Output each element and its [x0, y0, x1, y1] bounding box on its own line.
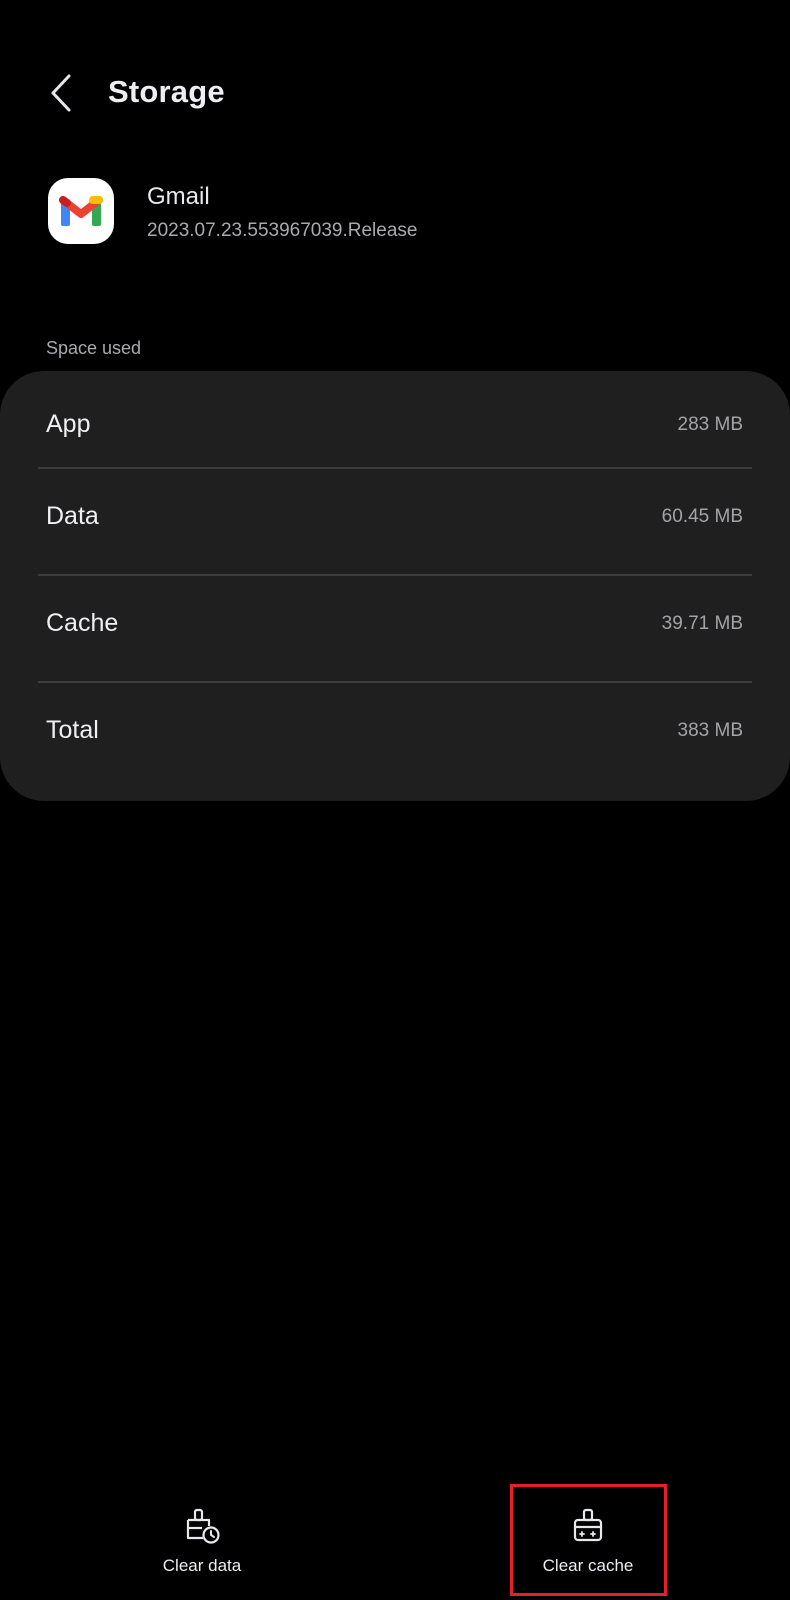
row-value: 39.71 MB — [661, 613, 743, 634]
row-label: Total — [46, 716, 99, 744]
app-info: Gmail 2023.07.23.553967039.Release — [0, 178, 790, 248]
chevron-left-icon — [51, 74, 71, 112]
clear-data-label: Clear data — [162, 1556, 242, 1575]
bottom-action-bar: Clear data Clear cache — [0, 1480, 790, 1600]
storage-row-cache: Cache 39.71 MB — [0, 570, 790, 677]
app-name: Gmail — [147, 183, 210, 210]
app-version: 2023.07.23.553967039.Release — [147, 220, 418, 241]
back-button[interactable] — [36, 66, 86, 120]
space-used-card: App 283 MB Data 60.45 MB Cache 39.71 MB … — [0, 371, 790, 801]
section-label-space-used: Space used — [46, 338, 142, 358]
row-label: App — [46, 410, 91, 438]
clear-data-icon — [182, 1506, 222, 1546]
row-label: Data — [46, 502, 99, 530]
storage-row-total: Total 383 MB — [0, 677, 790, 784]
row-value: 383 MB — [677, 720, 743, 741]
row-value: 60.45 MB — [661, 506, 743, 527]
page-title: Storage — [108, 74, 225, 109]
gmail-logo-icon — [48, 178, 114, 244]
storage-row-app: App 283 MB — [0, 371, 790, 478]
header: Storage — [0, 58, 790, 128]
row-value: 283 MB — [677, 414, 743, 435]
clear-data-button[interactable]: Clear data — [117, 1480, 287, 1590]
row-label: Cache — [46, 609, 119, 637]
highlight-box — [510, 1484, 667, 1596]
storage-row-data: Data 60.45 MB — [0, 463, 790, 570]
